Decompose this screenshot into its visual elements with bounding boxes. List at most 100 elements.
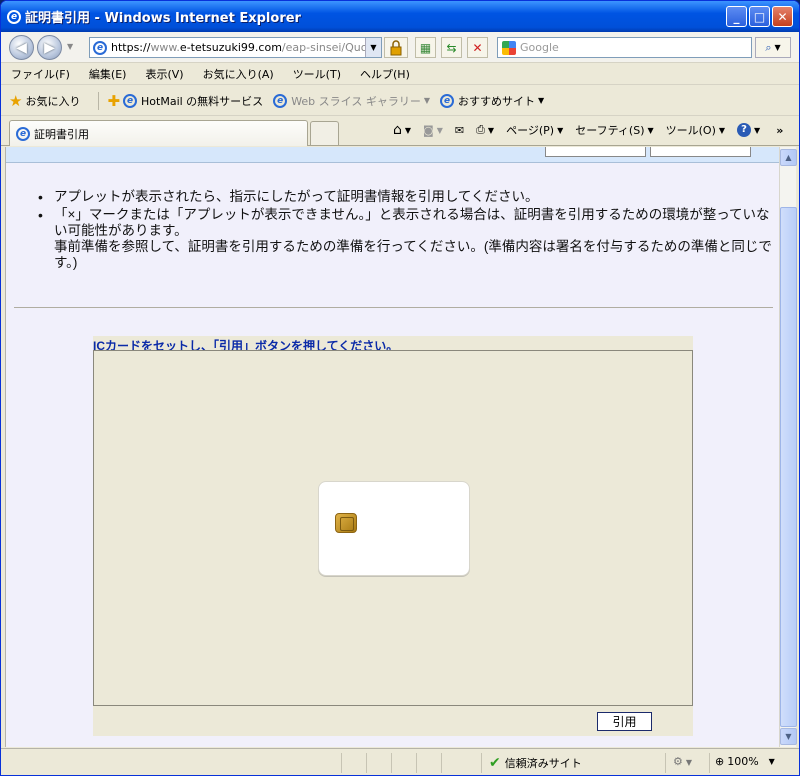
protected-mode-icon[interactable]: ⚙ ▼ bbox=[673, 755, 692, 768]
chevron-down-icon: ▼ bbox=[768, 757, 775, 766]
status-bar: ✔ 信頼済みサイト ⚙ ▼ ⊕ 100% ▼ bbox=[1, 748, 799, 775]
safety-menu-button[interactable]: セーフティ(S) ▼ bbox=[575, 122, 653, 138]
menu-file[interactable]: ファイル(F) bbox=[5, 66, 70, 82]
certificate-applet: ICカードをセットし、「引用」ボタンを押してください。 引用 bbox=[93, 336, 693, 736]
divider bbox=[14, 307, 773, 308]
security-lock-button[interactable] bbox=[384, 37, 408, 58]
scroll-thumb[interactable] bbox=[780, 207, 797, 727]
magnifier-icon: ⌕ bbox=[765, 40, 772, 54]
new-tab-button[interactable] bbox=[310, 121, 339, 145]
apply-button[interactable]: 引用 bbox=[597, 712, 652, 731]
compatibility-view-button[interactable]: ▦ bbox=[415, 37, 436, 58]
refresh-button[interactable]: ⇆ bbox=[441, 37, 462, 58]
add-favorite-icon[interactable]: ✚ bbox=[107, 92, 120, 110]
ic-card-image bbox=[318, 481, 470, 576]
arrow-right-icon: ▶ bbox=[44, 39, 55, 56]
star-icon: ★ bbox=[9, 91, 23, 110]
google-icon bbox=[502, 41, 516, 55]
zoom-level: 100% bbox=[727, 755, 759, 768]
security-zone[interactable]: ✔ 信頼済みサイト bbox=[489, 755, 582, 771]
stop-icon: ✕ bbox=[472, 40, 483, 55]
printer-icon: ⎙ bbox=[476, 123, 485, 136]
instruction-item-1: アプレットが表示されたら、指示にしたがって証明書情報を引用してください。 bbox=[36, 189, 776, 205]
menu-edit[interactable]: 編集(E) bbox=[83, 66, 127, 82]
tab-certificate[interactable]: e 証明書引用 bbox=[9, 120, 308, 146]
search-input[interactable]: Google bbox=[497, 37, 752, 58]
fav-item-web-slice[interactable]: e Web スライス ギャラリー ▼ bbox=[273, 93, 430, 109]
ic-chip-icon bbox=[335, 513, 357, 533]
chevron-up-icon: ▲ bbox=[785, 153, 792, 162]
home-button[interactable]: ⌂ ▼ bbox=[393, 122, 411, 138]
applet-panel bbox=[93, 350, 693, 706]
favorites-label: お気に入り bbox=[25, 94, 81, 108]
feeds-button[interactable]: ◙ ▼ bbox=[423, 124, 443, 137]
tools-menu-button[interactable]: ツール(O) ▼ bbox=[666, 122, 725, 138]
history-dropdown-icon[interactable]: ▼ bbox=[67, 42, 73, 51]
lock-icon bbox=[390, 39, 402, 55]
ie-page-icon: e bbox=[440, 93, 454, 108]
header-button-2[interactable] bbox=[650, 147, 751, 157]
instruction-item-2: 「×」マークまたは「アプレットが表示できません。」と表示される場合は、証明書を引… bbox=[36, 207, 776, 271]
forward-button[interactable]: ▶ bbox=[37, 35, 62, 60]
chevron-down-icon: ▼ bbox=[423, 96, 430, 105]
scroll-up-button[interactable]: ▲ bbox=[780, 149, 797, 166]
chevron-down-icon: ▼ bbox=[647, 125, 654, 135]
chevron-down-icon: ▼ bbox=[436, 125, 443, 135]
window-title: 証明書引用 - Windows Internet Explorer bbox=[25, 11, 301, 26]
fav-item-suggested[interactable]: e おすすめサイト ▼ bbox=[440, 93, 544, 109]
chevron-down-icon: ▼ bbox=[685, 758, 693, 767]
close-button[interactable]: ✕ bbox=[772, 6, 793, 27]
fav-item-label: おすすめサイト bbox=[458, 94, 535, 108]
rss-icon: ◙ bbox=[423, 123, 434, 137]
header-button-1[interactable] bbox=[545, 147, 646, 157]
safety-menu-label: セーフティ(S) bbox=[575, 124, 645, 137]
chevron-down-icon: ▼ bbox=[487, 125, 495, 135]
back-button[interactable]: ◀ bbox=[9, 35, 34, 60]
ie-page-icon: e bbox=[123, 93, 138, 108]
page-icon: e bbox=[93, 40, 107, 55]
print-button[interactable]: ⎙ ▼ bbox=[476, 123, 494, 137]
instructions-list: アプレットが表示されたら、指示にしたがって証明書情報を引用してください。 「×」… bbox=[36, 189, 776, 273]
favorites-bar: ★ お気に入り ✚ e HotMail の無料サービス e Web スライス ギ… bbox=[1, 86, 799, 116]
browser-window: e 証明書引用 - Windows Internet Explorer _ □ … bbox=[0, 0, 800, 776]
status-divider bbox=[391, 753, 392, 773]
chevron-down-icon: ▼ bbox=[557, 125, 564, 135]
menu-view[interactable]: 表示(V) bbox=[139, 66, 183, 82]
fav-item-hotmail[interactable]: e HotMail の無料サービス bbox=[123, 93, 263, 109]
address-dropdown-icon[interactable]: ▼ bbox=[365, 38, 381, 57]
toolbar-overflow-icon[interactable]: » bbox=[776, 124, 783, 137]
page-menu-button[interactable]: ページ(P) ▼ bbox=[506, 122, 563, 138]
menu-tools[interactable]: ツール(T) bbox=[287, 66, 341, 82]
command-bar: ⌂ ▼ ◙ ▼ ✉ ⎙ ▼ ページ(P) ▼ セーフティ(S) ▼ ツール(O) ▼ ? ▼ … bbox=[393, 122, 783, 138]
zoom-control[interactable]: ⊕ 100% ▼ bbox=[715, 755, 775, 768]
status-divider bbox=[665, 753, 666, 773]
maximize-button[interactable]: □ bbox=[749, 6, 770, 27]
menu-favorites[interactable]: お気に入り(A) bbox=[197, 66, 274, 82]
vertical-scrollbar[interactable]: ▲ ▼ bbox=[779, 147, 797, 747]
home-icon: ⌂ bbox=[393, 122, 402, 138]
address-input[interactable]: e https:// www. e-tetsuzuki99.com /eap-s… bbox=[89, 37, 382, 58]
status-divider bbox=[441, 753, 442, 773]
compat-icon: ▦ bbox=[419, 40, 432, 55]
address-toolbar: ◀ ▶ ▼ e https:// www. e-tetsuzuki99.com … bbox=[1, 32, 799, 63]
url-domain: e-tetsuzuki99.com bbox=[179, 41, 282, 54]
scroll-down-button[interactable]: ▼ bbox=[780, 728, 797, 745]
menu-help[interactable]: ヘルプ(H) bbox=[354, 66, 410, 82]
page-menu-label: ページ(P) bbox=[506, 124, 555, 137]
chevron-down-icon: ▼ bbox=[754, 125, 761, 135]
help-button[interactable]: ? ▼ bbox=[737, 123, 760, 137]
refresh-icon: ⇆ bbox=[446, 40, 457, 55]
stop-button[interactable]: ✕ bbox=[467, 37, 488, 58]
minimize-button[interactable]: _ bbox=[726, 6, 747, 27]
mail-icon: ✉ bbox=[454, 123, 465, 137]
ie-page-icon: e bbox=[16, 126, 30, 141]
fav-item-label: HotMail の無料サービス bbox=[141, 94, 264, 108]
toolbar-separator bbox=[98, 91, 100, 110]
ie-logo-icon: e bbox=[7, 9, 21, 24]
mail-button[interactable]: ✉ bbox=[455, 124, 464, 137]
status-divider bbox=[366, 753, 367, 773]
checkmark-icon: ✔ bbox=[489, 755, 501, 771]
title-bar: e 証明書引用 - Windows Internet Explorer _ □ … bbox=[1, 1, 799, 32]
search-button[interactable]: ⌕ ▼ bbox=[755, 37, 791, 58]
favorites-button[interactable]: ★ お気に入り bbox=[9, 92, 80, 110]
